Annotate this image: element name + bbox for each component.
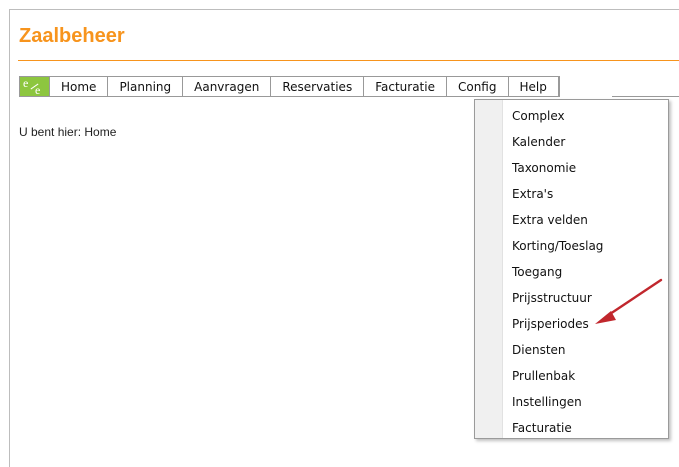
menu-item-facturatie[interactable]: Facturatie (364, 77, 447, 96)
menu-item-config[interactable]: Config (446, 77, 509, 96)
menubar-underline (612, 96, 679, 97)
e2e-logo-icon[interactable]: ee (20, 76, 50, 97)
menu-item-reservaties[interactable]: Reservaties (271, 77, 365, 96)
config-dropdown-menu: Complex Kalender Taxonomie Extra's Extra… (474, 99, 669, 439)
breadcrumb: U bent hier: Home (19, 125, 117, 139)
dropdown-item-diensten[interactable]: Diensten (512, 343, 566, 357)
dropdown-item-prullenbak[interactable]: Prullenbak (512, 369, 575, 383)
main-menubar: ee Home Planning Aanvragen Reservaties F… (19, 76, 560, 97)
menu-item-help[interactable]: Help (509, 77, 559, 96)
dropdown-item-prijsperiodes[interactable]: Prijsperiodes (512, 317, 589, 331)
dropdown-item-taxonomie[interactable]: Taxonomie (512, 161, 576, 175)
menu-item-home[interactable]: Home (50, 77, 109, 96)
red-arrow-icon (595, 278, 663, 324)
menu-item-aanvragen[interactable]: Aanvragen (183, 77, 272, 96)
dropdown-icon-gutter (475, 100, 503, 438)
dropdown-item-extra-velden[interactable]: Extra velden (512, 213, 588, 227)
dropdown-item-facturatie[interactable]: Facturatie (512, 421, 572, 435)
title-divider (18, 60, 679, 61)
app-title: Zaalbeheer (19, 25, 125, 47)
dropdown-item-korting-toeslag[interactable]: Korting/Toeslag (512, 239, 603, 253)
dropdown-item-toegang[interactable]: Toegang (512, 265, 562, 279)
menu-item-planning[interactable]: Planning (108, 77, 184, 96)
dropdown-item-complex[interactable]: Complex (512, 109, 565, 123)
dropdown-item-kalender[interactable]: Kalender (512, 135, 565, 149)
dropdown-item-prijsstructuur[interactable]: Prijsstructuur (512, 291, 592, 305)
dropdown-item-extras[interactable]: Extra's (512, 187, 553, 201)
dropdown-item-instellingen[interactable]: Instellingen (512, 395, 582, 409)
